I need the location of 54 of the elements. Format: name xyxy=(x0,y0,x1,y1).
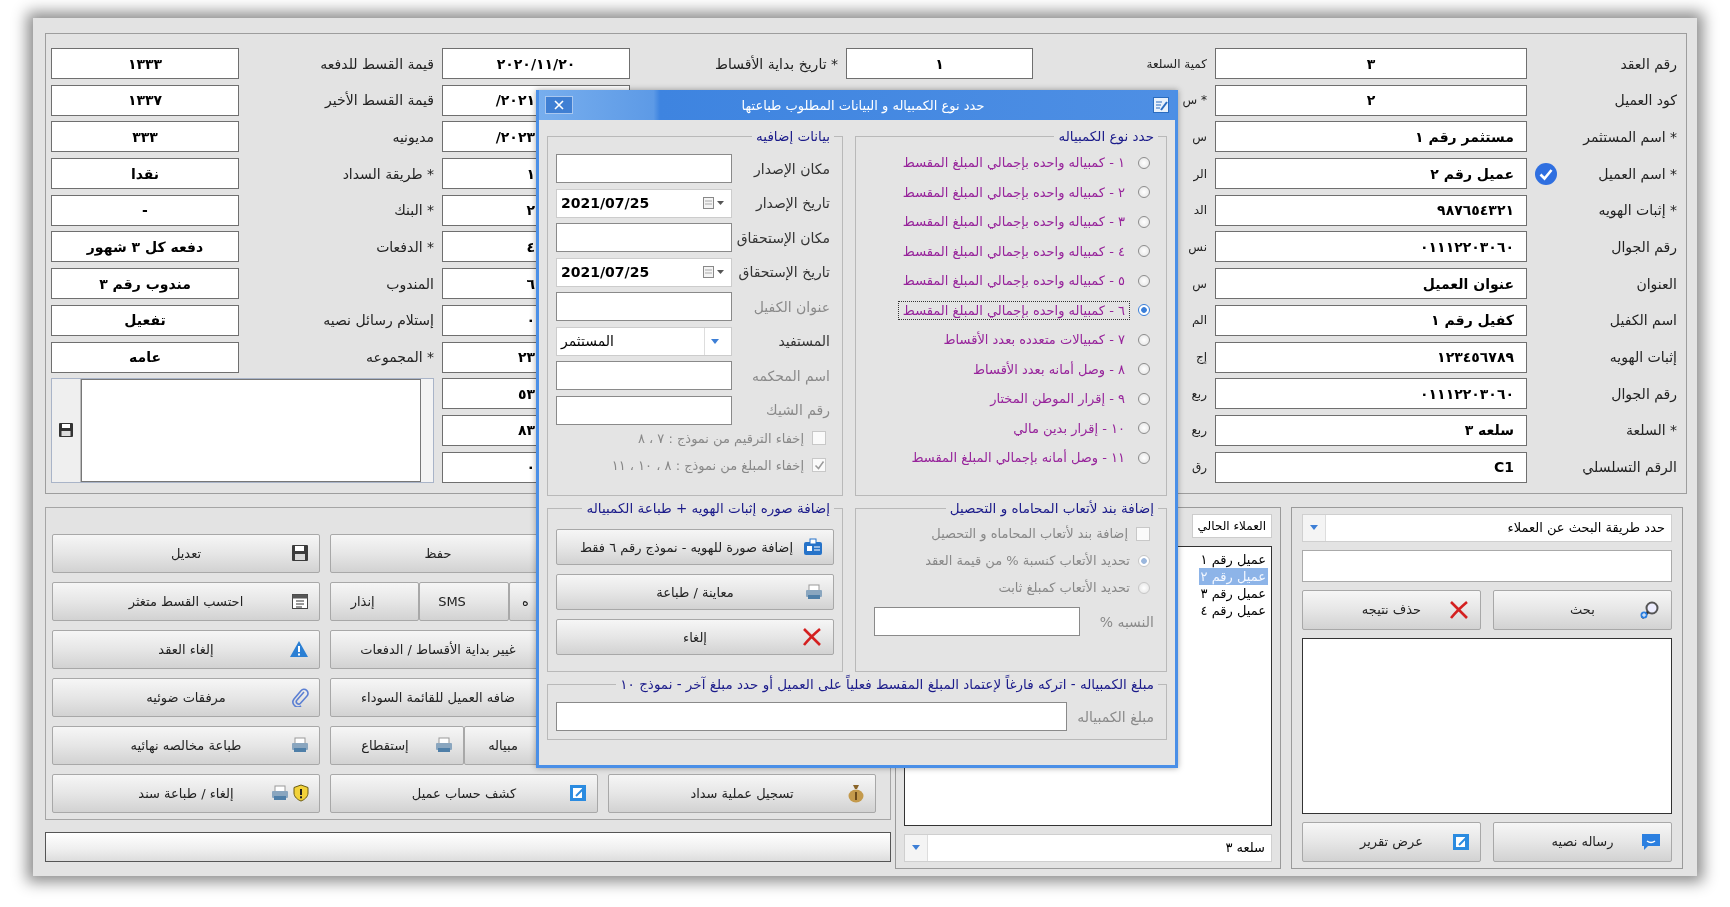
field-label: * البنك xyxy=(394,202,434,219)
field-label: * المجموعه xyxy=(366,349,434,365)
checkbox-label: إضافة بند لأتعاب المحاماه و التحصيل xyxy=(931,526,1128,541)
field-label: * اسم المستثمر xyxy=(1583,128,1677,145)
field-label: عنوان الكفيل xyxy=(752,298,831,315)
checkbox-label: إخفاء المبلغ من نموذج : ٨ ، ١٠ ، ١١ xyxy=(611,457,804,473)
field-label: * س xyxy=(1182,93,1207,108)
field-label: مديونيه xyxy=(392,128,434,145)
field-label: كود العميل xyxy=(1614,92,1677,109)
field-label: رق xyxy=(1191,460,1207,475)
field-label: اسم الكفيل xyxy=(1609,312,1677,329)
field-label: مكان الإصدار xyxy=(752,160,831,177)
field-label: إثبات الهويه xyxy=(1609,349,1677,365)
field-label: رقم الشيك xyxy=(765,402,831,418)
group-title: مبلغ الكمبياله - اتركه فارغاً لإعتماد المبلغ المقسط فعلياً على العميل أو حدد مبلغ آخر - نموذج ١٠ xyxy=(619,676,1155,692)
field-label: إج xyxy=(1195,350,1207,364)
field-label: ربع xyxy=(1191,423,1207,438)
field-label: س xyxy=(1192,129,1207,144)
field-label: الد xyxy=(1193,203,1207,218)
group-title: حدد نوع الكمبياله xyxy=(1057,128,1155,144)
field-label: رقم العقد xyxy=(1620,55,1677,72)
field-label: س xyxy=(1192,276,1207,291)
field-label: النسبه % xyxy=(1099,613,1155,630)
field-label: مبلغ الكمبياله xyxy=(1077,708,1155,725)
group-title: بيانات إضافيه xyxy=(755,128,831,144)
list-header: العملاء الحالي xyxy=(1191,513,1272,538)
field-label: * السلعة xyxy=(1626,422,1677,439)
checkbox-label: إخفاء الترقيم من نموذج : ٧ ، ٨ xyxy=(637,430,804,446)
field-label: رقم الجوال xyxy=(1611,385,1677,402)
field-label: * اسم العميل xyxy=(1598,165,1677,182)
field-label: إستلام رسائل نصيه xyxy=(323,312,434,329)
group-title: إضافة بند لأتعاب المحاماه و التحصيل xyxy=(948,500,1155,516)
field-label: * تاريخ بداية الأقساط xyxy=(715,55,838,72)
field-label: الم xyxy=(1192,313,1207,328)
field-label: تاريخ الإستحقاق xyxy=(737,264,831,280)
field-label: * إثبات الهويه xyxy=(1598,202,1677,219)
dialog-title: حدد نوع الكمبياله و البيانات المطلوب طباعتها xyxy=(740,97,986,113)
field-label: الر xyxy=(1193,166,1207,181)
field-label: قيمة القسط للدفعه xyxy=(320,55,434,72)
field-label: * الدفعات xyxy=(376,238,434,255)
field-label: قيمة القسط الأخير xyxy=(325,92,434,109)
field-label: كمية السلعة xyxy=(1146,56,1207,71)
field-label: نس xyxy=(1188,239,1207,254)
field-label: تاريخ الإصدار xyxy=(754,195,831,211)
group-title: إضافة صوره إثبات الهويه + طباعة الكمبياله xyxy=(585,500,831,516)
field-label: رقم الجوال xyxy=(1611,238,1677,255)
field-label: المستفيد xyxy=(777,333,831,349)
field-label: المندوب xyxy=(386,275,434,292)
field-label: الرقم التسلسلي xyxy=(1582,459,1677,476)
field-label: ربع xyxy=(1191,386,1207,401)
field-label: العنوان xyxy=(1636,275,1677,292)
field-label: * طريقة السداد xyxy=(342,165,434,182)
field-label: اسم المحكمه xyxy=(751,367,831,384)
field-label: مكان الإستحقاق xyxy=(735,229,831,246)
